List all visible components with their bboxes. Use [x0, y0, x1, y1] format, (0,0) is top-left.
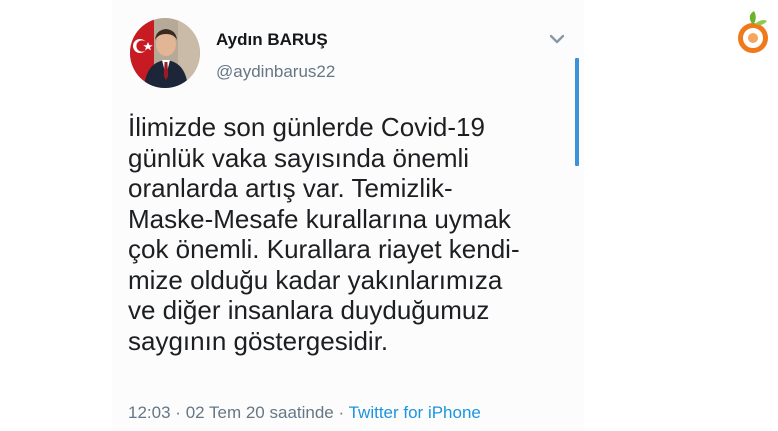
tweet-text: İlimizde son günlerde Covid-19 günlük va… — [128, 112, 578, 356]
tweet-text-line: ve diğer insanlara duyduğumuz — [128, 295, 490, 325]
tweet-text-line: Maske-Mesafe kurallarına uymak — [128, 203, 511, 234]
tweet-meta: 12:03 · 02 Tem 20 saatinde · Twitter for… — [128, 403, 481, 423]
meta-separator: · — [175, 403, 181, 422]
tweet-date[interactable]: 02 Tem 20 saatinde — [186, 403, 334, 422]
tweet-text-line: çok önemli. Kurallara riayet kendi- — [128, 234, 520, 264]
tweet-text-line: İlimizde son günlerde Covid-19 — [128, 112, 485, 142]
left-margin — [0, 0, 112, 431]
tweet-text-line: oranlarda artış var. Temizlik- — [128, 173, 453, 203]
tweet-text-line: günlük vaka sayısında önemli — [128, 142, 470, 173]
tweet-time[interactable]: 12:03 — [128, 403, 171, 422]
tweet-text-line: saygının göstergesidir. — [128, 325, 389, 356]
tweet-text-line: mize olduğu kadar yakınlarımıza — [128, 264, 503, 295]
screenshot-stage: Aydın BARUŞ @aydinbarus22 İlimizde son g… — [0, 0, 778, 431]
author-handle[interactable]: @aydinbarus22 — [216, 62, 335, 82]
meta-separator: · — [338, 403, 345, 422]
author-avatar[interactable] — [130, 18, 200, 88]
chevron-down-icon[interactable] — [546, 30, 568, 48]
tweet-source-link[interactable]: Twitter for iPhone — [349, 403, 481, 422]
avatar-photo — [130, 18, 200, 88]
site-logo-icon — [736, 10, 772, 54]
author-name[interactable]: Aydın BARUŞ — [216, 30, 328, 50]
